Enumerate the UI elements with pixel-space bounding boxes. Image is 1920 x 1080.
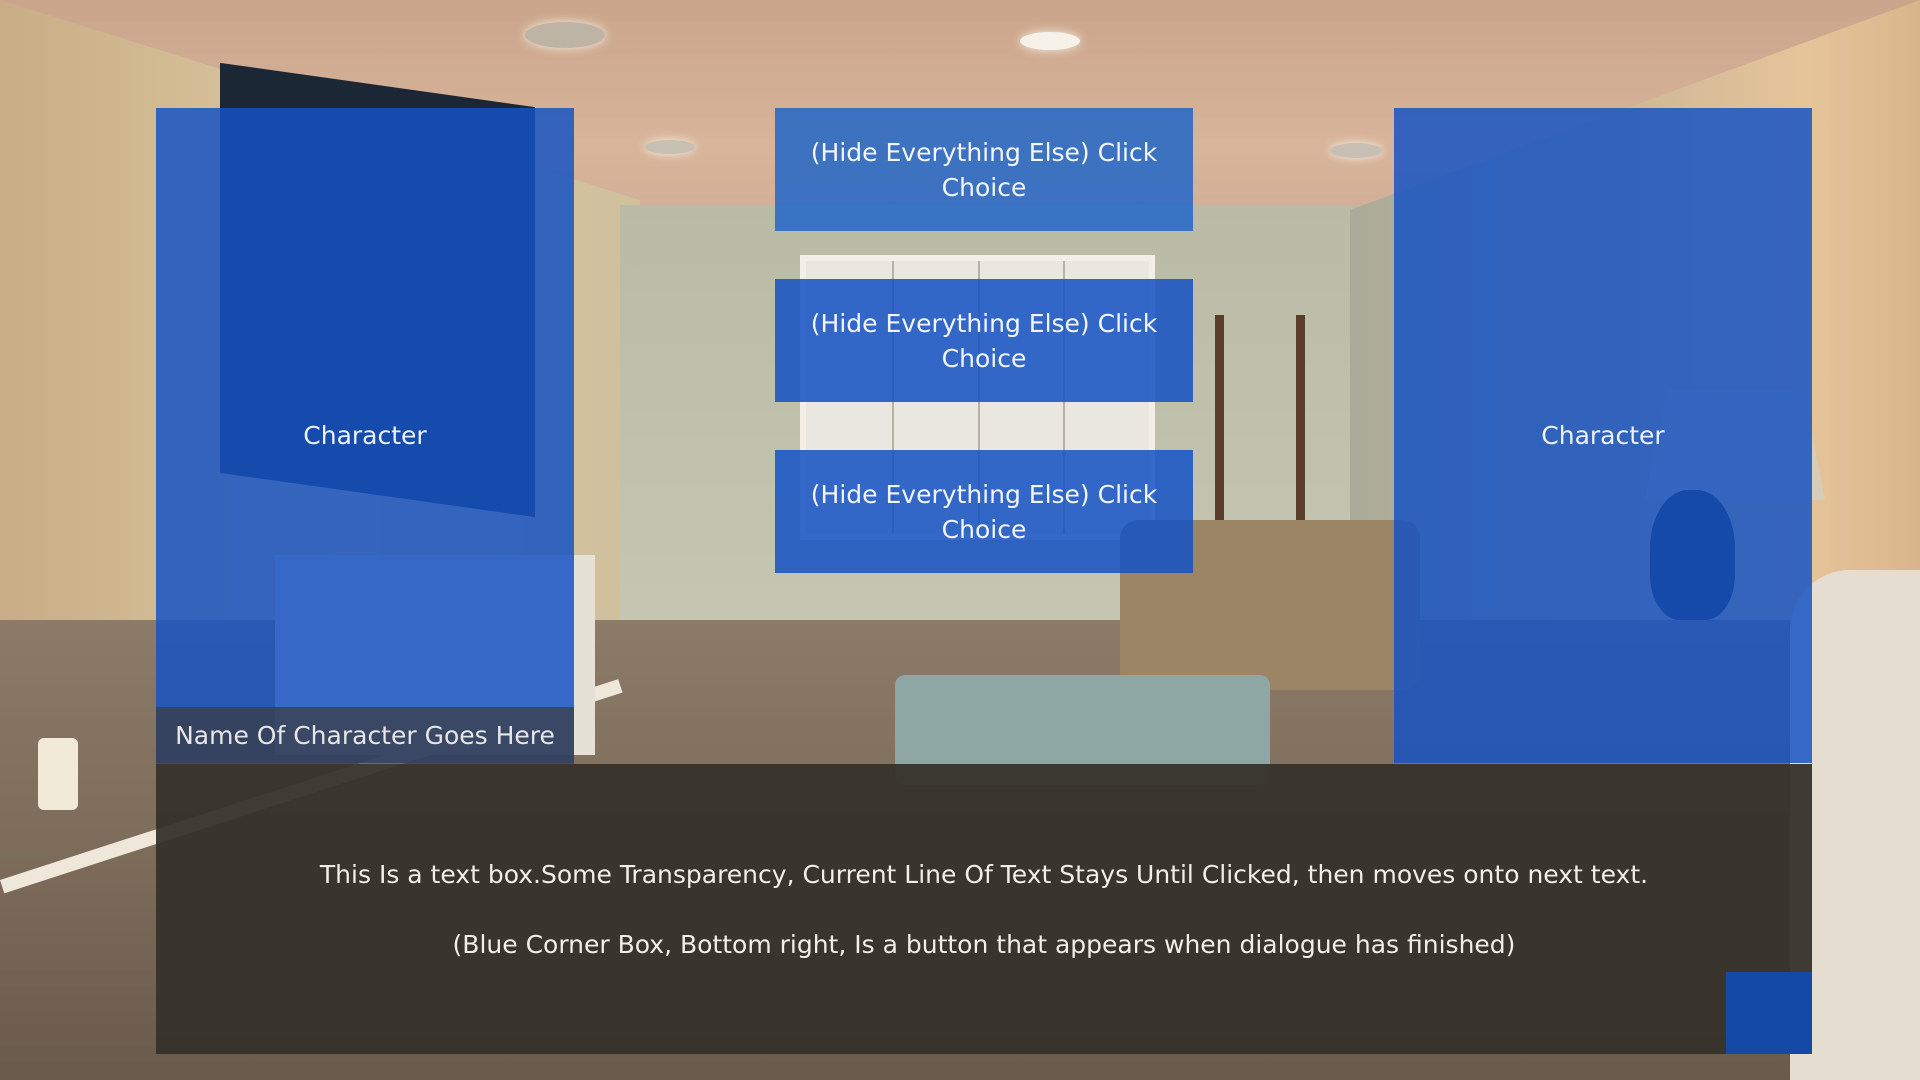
dialogue-line-2: (Blue Corner Box, Bottom right, Is a but… (452, 930, 1516, 959)
character-label-right: Character (1541, 421, 1665, 450)
choice-label-2: (Hide Everything Else) Click Choice (810, 308, 1158, 373)
wall-outlet (38, 738, 78, 810)
ceiling-light (525, 22, 605, 48)
choice-label-1: (Hide Everything Else) Click Choice (810, 137, 1158, 202)
character-label-left: Character (303, 421, 427, 450)
character-portrait-left: Character (156, 108, 574, 763)
choice-label-3: (Hide Everything Else) Click Choice (810, 479, 1158, 544)
ceiling-light (1330, 143, 1382, 158)
character-name-plate: Name Of Character Goes Here (156, 707, 574, 764)
dialogue-text-box[interactable]: This Is a text box.Some Transparency, Cu… (156, 764, 1812, 1054)
ceiling-light (645, 140, 695, 154)
ceiling-light (1020, 32, 1080, 50)
continue-button[interactable] (1726, 972, 1812, 1054)
choice-button-1[interactable]: (Hide Everything Else) Click Choice (775, 108, 1193, 231)
choice-button-3[interactable]: (Hide Everything Else) Click Choice (775, 450, 1193, 573)
choice-button-2[interactable]: (Hide Everything Else) Click Choice (775, 279, 1193, 402)
character-portrait-right: Character (1394, 108, 1812, 763)
dialogue-line-1: This Is a text box.Some Transparency, Cu… (319, 860, 1649, 889)
